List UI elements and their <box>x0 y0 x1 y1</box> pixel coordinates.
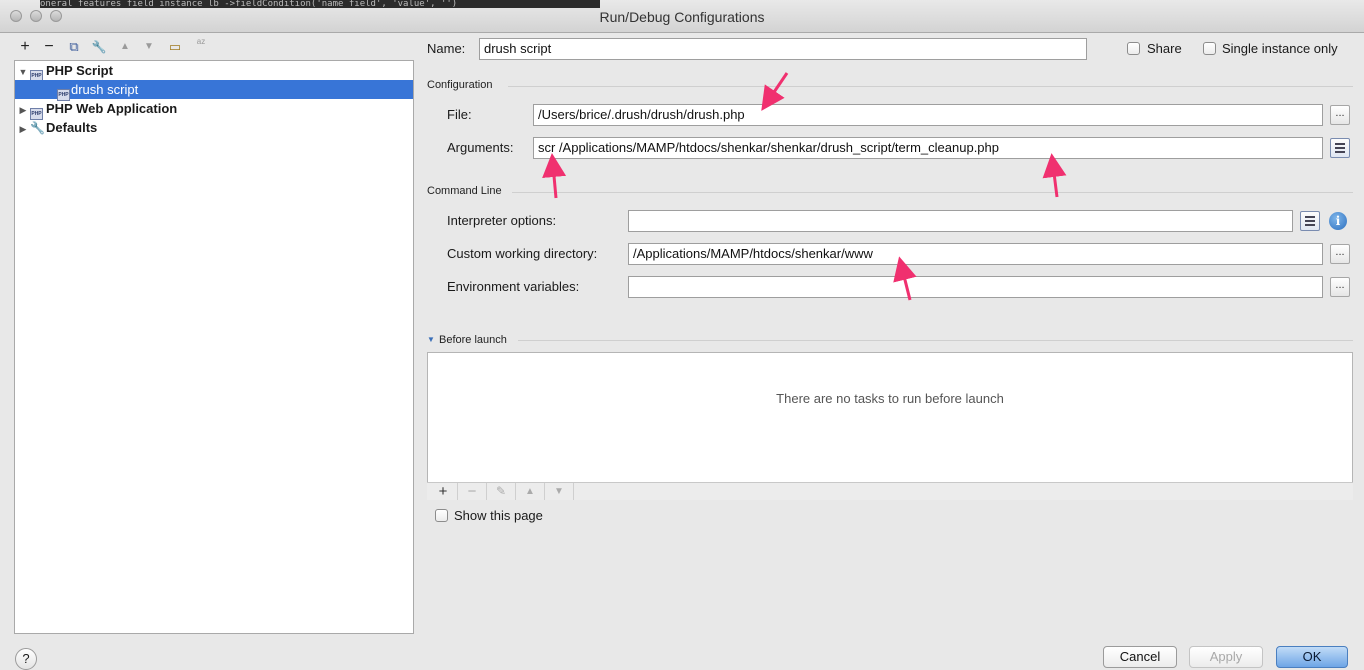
copy-config-icon[interactable]: ⧉ <box>65 38 83 56</box>
share-checkbox[interactable] <box>1127 42 1140 55</box>
browse-directory-button[interactable]: ... <box>1330 244 1350 264</box>
move-up-icon[interactable]: ▲ <box>116 38 134 56</box>
remove-task-button[interactable]: − <box>458 483 487 500</box>
before-launch-toolbar: + − ✎ ▲ ▼ <box>427 482 1353 500</box>
add-task-button[interactable]: + <box>429 483 458 500</box>
tree-item-php-script[interactable]: ▼ PHP PHP Script <box>15 61 113 82</box>
folder-icon[interactable]: ▭ <box>166 38 184 56</box>
show-this-page-label: Show this page <box>454 508 543 523</box>
remove-config-button[interactable]: − <box>40 38 58 56</box>
tree-item-label: Defaults <box>46 120 98 135</box>
browse-file-button[interactable]: ... <box>1330 105 1350 125</box>
show-this-page-checkbox[interactable] <box>435 509 448 522</box>
empty-tasks-text: There are no tasks to run before launch <box>776 391 1004 406</box>
working-directory-label: Custom working directory: <box>447 246 598 261</box>
name-label: Name: <box>427 41 466 56</box>
single-instance-label: Single instance only <box>1222 41 1338 56</box>
cancel-button[interactable]: Cancel <box>1103 646 1177 668</box>
apply-button[interactable]: Apply <box>1189 646 1263 668</box>
tree-item-drush-script[interactable]: PHP drush script <box>15 80 413 101</box>
move-task-up-icon[interactable]: ▲ <box>516 483 545 500</box>
interpreter-options-input[interactable] <box>628 210 1293 232</box>
config-tree[interactable]: ▼ PHP PHP Script PHP drush script ▶ PHP PHP W… <box>14 60 414 634</box>
move-down-icon[interactable]: ▼ <box>140 38 158 56</box>
tree-item-label: PHP Web Application <box>46 101 178 116</box>
before-launch-collapse-icon[interactable]: ▼ <box>427 335 435 344</box>
environment-variables-label: Environment variables: <box>447 279 580 294</box>
command-line-section-title: Command Line <box>427 185 502 197</box>
before-launch-task-list[interactable]: There are no tasks to run before launch <box>427 352 1353 500</box>
before-launch-title: Before launch <box>439 334 507 346</box>
share-label: Share <box>1147 41 1182 56</box>
info-icon[interactable]: i <box>1329 212 1347 230</box>
title-bar: oneral features field instance lb ->fiel… <box>0 0 1364 33</box>
move-task-down-icon[interactable]: ▼ <box>545 483 574 500</box>
section-divider <box>512 192 1353 193</box>
collapsed-arrow-icon[interactable]: ▶ <box>16 120 30 139</box>
working-directory-input[interactable]: /Applications/MAMP/htdocs/shenkar/www <box>628 243 1323 265</box>
sort-icon[interactable]: az <box>192 38 210 56</box>
edit-defaults-wrench-icon[interactable]: 🔧 <box>90 38 108 56</box>
arguments-input[interactable]: scr /Applications/MAMP/htdocs/shenkar/sh… <box>533 137 1323 159</box>
tree-item-label: drush script <box>71 82 139 97</box>
annotation-arrow <box>542 153 567 199</box>
expand-arguments-icon[interactable] <box>1330 138 1350 158</box>
section-divider <box>518 340 1353 341</box>
wrench-icon: 🔧 <box>30 121 45 135</box>
tree-item-label: PHP Script <box>46 63 113 78</box>
environment-variables-input[interactable] <box>628 276 1323 298</box>
edit-environment-button[interactable]: ... <box>1330 277 1350 297</box>
tree-item-defaults[interactable]: ▶ 🔧Defaults <box>15 118 98 139</box>
interpreter-options-label: Interpreter options: <box>447 213 557 228</box>
annotation-arrow <box>761 72 789 111</box>
config-toolbar: + − ⧉ 🔧 ▲ ▼ ▭ az <box>14 38 234 56</box>
file-label: File: <box>447 107 472 122</box>
configuration-section-title: Configuration <box>427 79 493 91</box>
expand-interpreter-options-icon[interactable] <box>1300 211 1320 231</box>
window-title: Run/Debug Configurations <box>599 9 765 25</box>
name-input[interactable]: drush script <box>479 38 1087 60</box>
edit-task-pencil-icon[interactable]: ✎ <box>487 483 516 500</box>
arguments-label: Arguments: <box>447 140 514 155</box>
tree-item-php-web-application[interactable]: ▶ PHP PHP Web Application <box>15 99 178 120</box>
section-divider <box>508 86 1353 87</box>
help-button[interactable]: ? <box>15 648 37 670</box>
single-instance-checkbox[interactable] <box>1203 42 1216 55</box>
file-input[interactable]: /Users/brice/.drush/drush/drush.php <box>533 104 1323 126</box>
background-editor-code: oneral features field instance lb ->fiel… <box>40 0 600 8</box>
add-config-button[interactable]: + <box>16 38 34 56</box>
ok-button[interactable]: OK <box>1276 646 1348 668</box>
